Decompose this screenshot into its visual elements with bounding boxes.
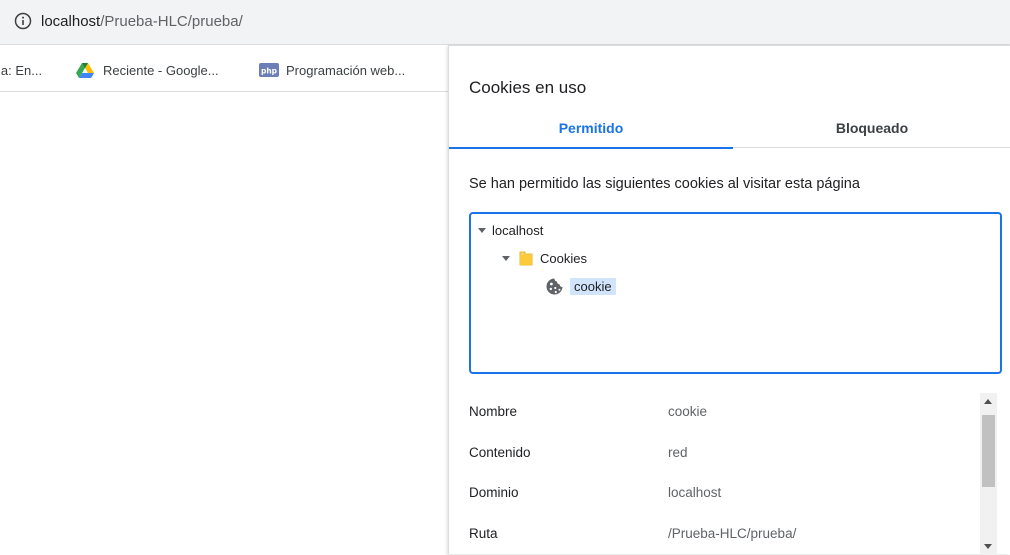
detail-row-contenido: Contenido red bbox=[469, 445, 969, 465]
tab-permitido[interactable]: Permitido bbox=[449, 108, 733, 149]
page-content bbox=[0, 93, 448, 554]
detail-value: /Prueba-HLC/prueba/ bbox=[668, 526, 797, 541]
panel-description: Se han permitido las siguientes cookies … bbox=[469, 176, 860, 192]
tab-bar: Permitido Bloqueado bbox=[449, 108, 1010, 149]
tree-node-cookie[interactable]: cookie bbox=[545, 276, 616, 296]
address-bar[interactable]: localhost/Prueba-HLC/prueba/ bbox=[0, 0, 1010, 45]
bookmark-label: la: En... bbox=[0, 62, 43, 78]
bookmark-label: Reciente - Google... bbox=[103, 62, 219, 78]
detail-key: Contenido bbox=[469, 445, 531, 460]
panel-title: Cookies en uso bbox=[469, 78, 587, 97]
cookie-details: Nombre cookie Contenido red Dominio loca… bbox=[449, 384, 1010, 555]
tree-node-label: localhost bbox=[492, 222, 544, 238]
detail-row-nombre: Nombre cookie bbox=[469, 404, 969, 424]
bookmarks-bar: la: En... Reciente - Google... php Progr… bbox=[0, 46, 448, 92]
bookmark-1[interactable]: la: En... bbox=[0, 60, 42, 80]
detail-key: Ruta bbox=[469, 526, 498, 541]
cookie-icon bbox=[546, 278, 563, 294]
php-icon: php bbox=[259, 63, 279, 77]
cookies-panel: Cookies en uso Permitido Bloqueado Se ha… bbox=[448, 45, 1010, 555]
bookmark-label: Programación web... bbox=[286, 62, 406, 78]
scroll-thumb[interactable] bbox=[982, 415, 995, 487]
scroll-down-icon[interactable] bbox=[984, 544, 992, 549]
url-path: /Prueba-HLC/prueba/ bbox=[100, 13, 243, 30]
scroll-up-icon[interactable] bbox=[984, 399, 992, 404]
tree-node-localhost[interactable]: localhost bbox=[478, 220, 543, 240]
folder-icon bbox=[519, 251, 533, 266]
tree-node-label: Cookies bbox=[540, 250, 587, 266]
cookie-tree[interactable]: localhost Cookies cookie bbox=[469, 212, 1002, 374]
tree-node-cookies-folder[interactable]: Cookies bbox=[502, 248, 587, 268]
expand-caret-icon[interactable] bbox=[478, 227, 486, 233]
detail-value: red bbox=[668, 445, 688, 460]
bookmark-google-drive[interactable]: Reciente - Google... bbox=[76, 60, 219, 80]
url-text[interactable]: localhost/Prueba-HLC/prueba/ bbox=[41, 12, 243, 32]
tab-bloqueado[interactable]: Bloqueado bbox=[733, 108, 1010, 148]
detail-value: cookie bbox=[668, 404, 708, 419]
info-icon[interactable] bbox=[14, 12, 32, 30]
url-host: localhost bbox=[41, 13, 101, 30]
expand-caret-icon[interactable] bbox=[502, 255, 510, 261]
detail-row-dominio: Dominio localhost bbox=[469, 485, 969, 505]
details-scrollbar[interactable] bbox=[980, 393, 997, 555]
detail-row-ruta: Ruta /Prueba-HLC/prueba/ bbox=[469, 526, 969, 546]
google-drive-icon bbox=[76, 63, 94, 78]
bookmark-php[interactable]: php Programación web... bbox=[259, 60, 405, 80]
detail-key: Nombre bbox=[469, 404, 518, 419]
tree-node-label: cookie bbox=[570, 277, 616, 295]
detail-value: localhost bbox=[668, 485, 722, 500]
detail-key: Dominio bbox=[469, 485, 519, 500]
php-icon-label: php bbox=[261, 67, 278, 76]
